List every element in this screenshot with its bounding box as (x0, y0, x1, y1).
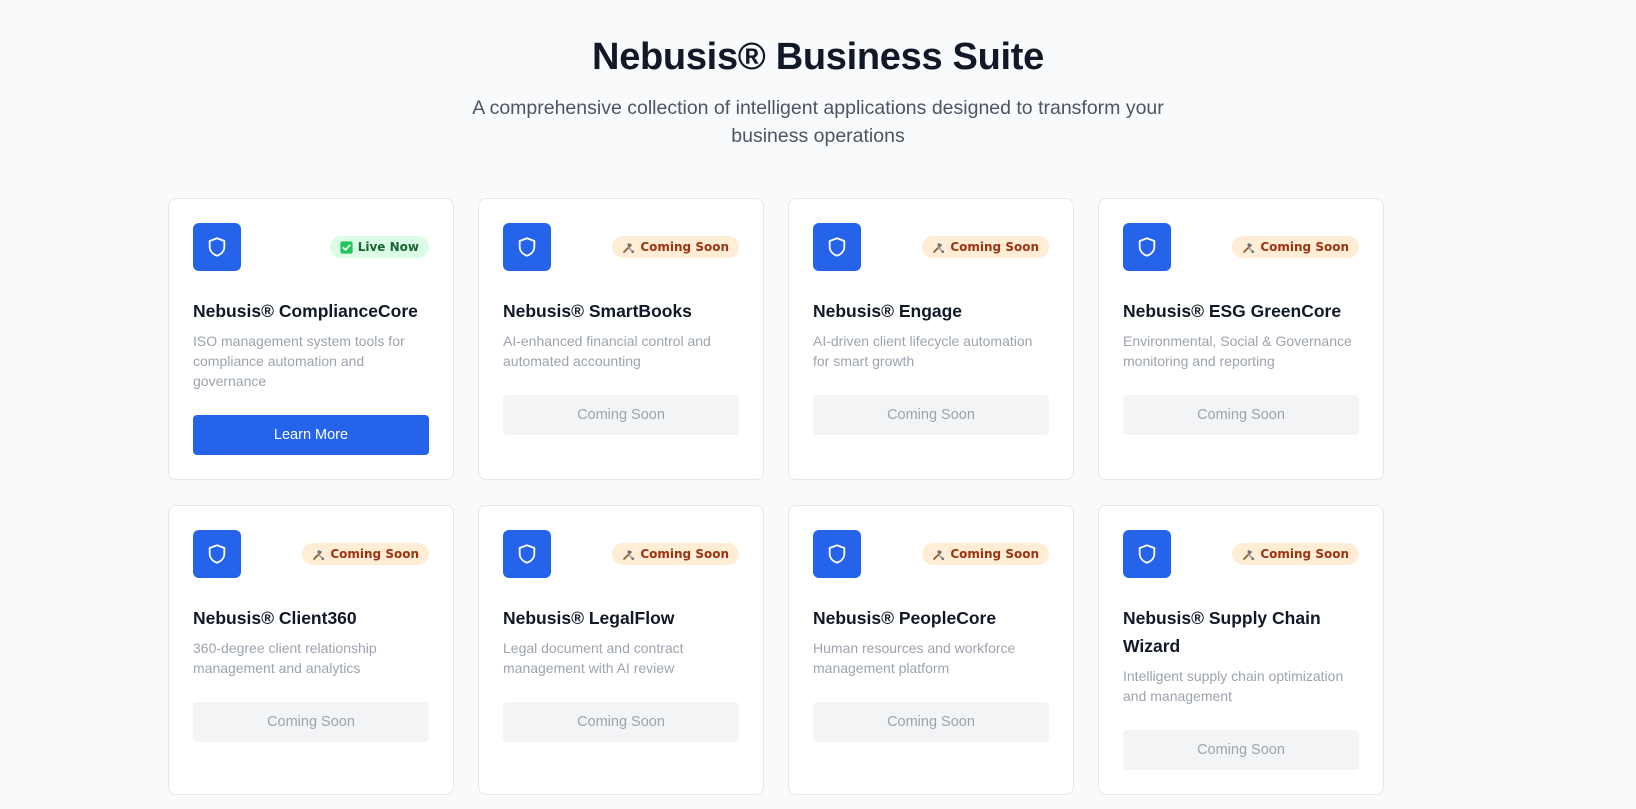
app-card-esg-greencore: Coming Soon Nebusis® ESG GreenCore Envir… (1098, 198, 1384, 480)
shield-icon (813, 223, 861, 271)
coming-soon-button: Coming Soon (1123, 395, 1359, 435)
card-header: Coming Soon (1123, 223, 1359, 271)
coming-soon-button: Coming Soon (1123, 730, 1359, 770)
page: Nebusis® Business Suite A comprehensive … (0, 0, 1636, 809)
app-title: Nebusis® Client360 (193, 608, 357, 628)
status-badge: Coming Soon (1232, 543, 1359, 565)
hammer-wrench-icon (932, 548, 945, 561)
status-badge-label: Coming Soon (640, 240, 729, 254)
status-badge-label: Coming Soon (950, 547, 1039, 561)
app-card-engage: Coming Soon Nebusis® Engage AI-driven cl… (788, 198, 1074, 480)
app-title: Nebusis® Engage (813, 301, 963, 321)
card-header: Coming Soon (1123, 530, 1359, 578)
hammer-wrench-icon (932, 241, 945, 254)
card-header: Coming Soon (193, 530, 429, 578)
coming-soon-button: Coming Soon (503, 702, 739, 742)
status-badge: Coming Soon (302, 543, 429, 565)
status-badge-label: Coming Soon (950, 240, 1039, 254)
app-title: Nebusis® SmartBooks (503, 301, 692, 321)
coming-soon-button: Coming Soon (193, 702, 429, 742)
app-card-legalflow: Coming Soon Nebusis® LegalFlow Legal doc… (478, 505, 764, 795)
app-grid: Live Now Nebusis® ComplianceCore ISO man… (168, 198, 1386, 795)
hammer-wrench-icon (622, 241, 635, 254)
app-card-client360: Coming Soon Nebusis® Client360 360-degre… (168, 505, 454, 795)
app-title: Nebusis® ComplianceCore (193, 301, 418, 321)
check-box-icon (340, 240, 353, 254)
app-description: ISO management system tools for complian… (193, 333, 405, 389)
app-card-supply-chain-wizard: Coming Soon Nebusis® Supply Chain Wizard… (1098, 505, 1384, 795)
shield-icon (193, 223, 241, 271)
status-badge: Live Now (329, 236, 429, 258)
shield-icon (1123, 530, 1171, 578)
app-card-smartbooks: Coming Soon Nebusis® SmartBooks AI-enhan… (478, 198, 764, 480)
app-card-compliancecore: Live Now Nebusis® ComplianceCore ISO man… (168, 198, 454, 480)
app-title: Nebusis® ESG GreenCore (1123, 301, 1342, 321)
shield-icon (1123, 223, 1171, 271)
hammer-wrench-icon (1242, 548, 1255, 561)
status-badge: Coming Soon (612, 543, 739, 565)
app-description: Human resources and workforce management… (813, 640, 1016, 676)
status-badge: Coming Soon (922, 236, 1049, 258)
shield-icon (503, 223, 551, 271)
status-badge: Coming Soon (922, 543, 1049, 565)
shield-icon (813, 530, 861, 578)
hammer-wrench-icon (312, 548, 325, 561)
card-header: Coming Soon (813, 223, 1049, 271)
shield-icon (503, 530, 551, 578)
app-description: Environmental, Social & Governance monit… (1123, 333, 1352, 369)
app-description: AI-enhanced financial control and automa… (503, 333, 711, 369)
hammer-wrench-icon (622, 548, 635, 561)
app-description: 360-degree client relationship managemen… (193, 640, 377, 676)
page-header: Nebusis® Business Suite A comprehensive … (0, 0, 1636, 150)
page-subtitle: A comprehensive collection of intelligen… (472, 97, 1164, 147)
page-title: Nebusis® Business Suite (592, 36, 1044, 78)
card-header: Coming Soon (503, 223, 739, 271)
status-badge-label: Live Now (357, 240, 419, 254)
shield-icon (193, 530, 241, 578)
card-header: Coming Soon (503, 530, 739, 578)
app-description: Intelligent supply chain optimization an… (1123, 668, 1344, 704)
app-card-peoplecore: Coming Soon Nebusis® PeopleCore Human re… (788, 505, 1074, 795)
app-description: AI-driven client lifecycle automation fo… (813, 333, 1033, 369)
status-badge-label: Coming Soon (330, 547, 419, 561)
app-title: Nebusis® PeopleCore (813, 608, 997, 628)
card-header: Live Now (193, 223, 429, 271)
status-badge-label: Coming Soon (1260, 547, 1349, 561)
app-description: Legal document and contract management w… (503, 640, 684, 676)
card-header: Coming Soon (813, 530, 1049, 578)
status-badge: Coming Soon (612, 236, 739, 258)
learn-more-button[interactable]: Learn More (193, 415, 429, 455)
hammer-wrench-icon (1242, 241, 1255, 254)
status-badge: Coming Soon (1232, 236, 1359, 258)
coming-soon-button: Coming Soon (503, 395, 739, 435)
app-title: Nebusis® LegalFlow (503, 608, 675, 628)
status-badge-label: Coming Soon (640, 547, 729, 561)
coming-soon-button: Coming Soon (813, 702, 1049, 742)
app-title: Nebusis® Supply Chain Wizard (1123, 608, 1321, 656)
status-badge-label: Coming Soon (1260, 240, 1349, 254)
coming-soon-button: Coming Soon (813, 395, 1049, 435)
